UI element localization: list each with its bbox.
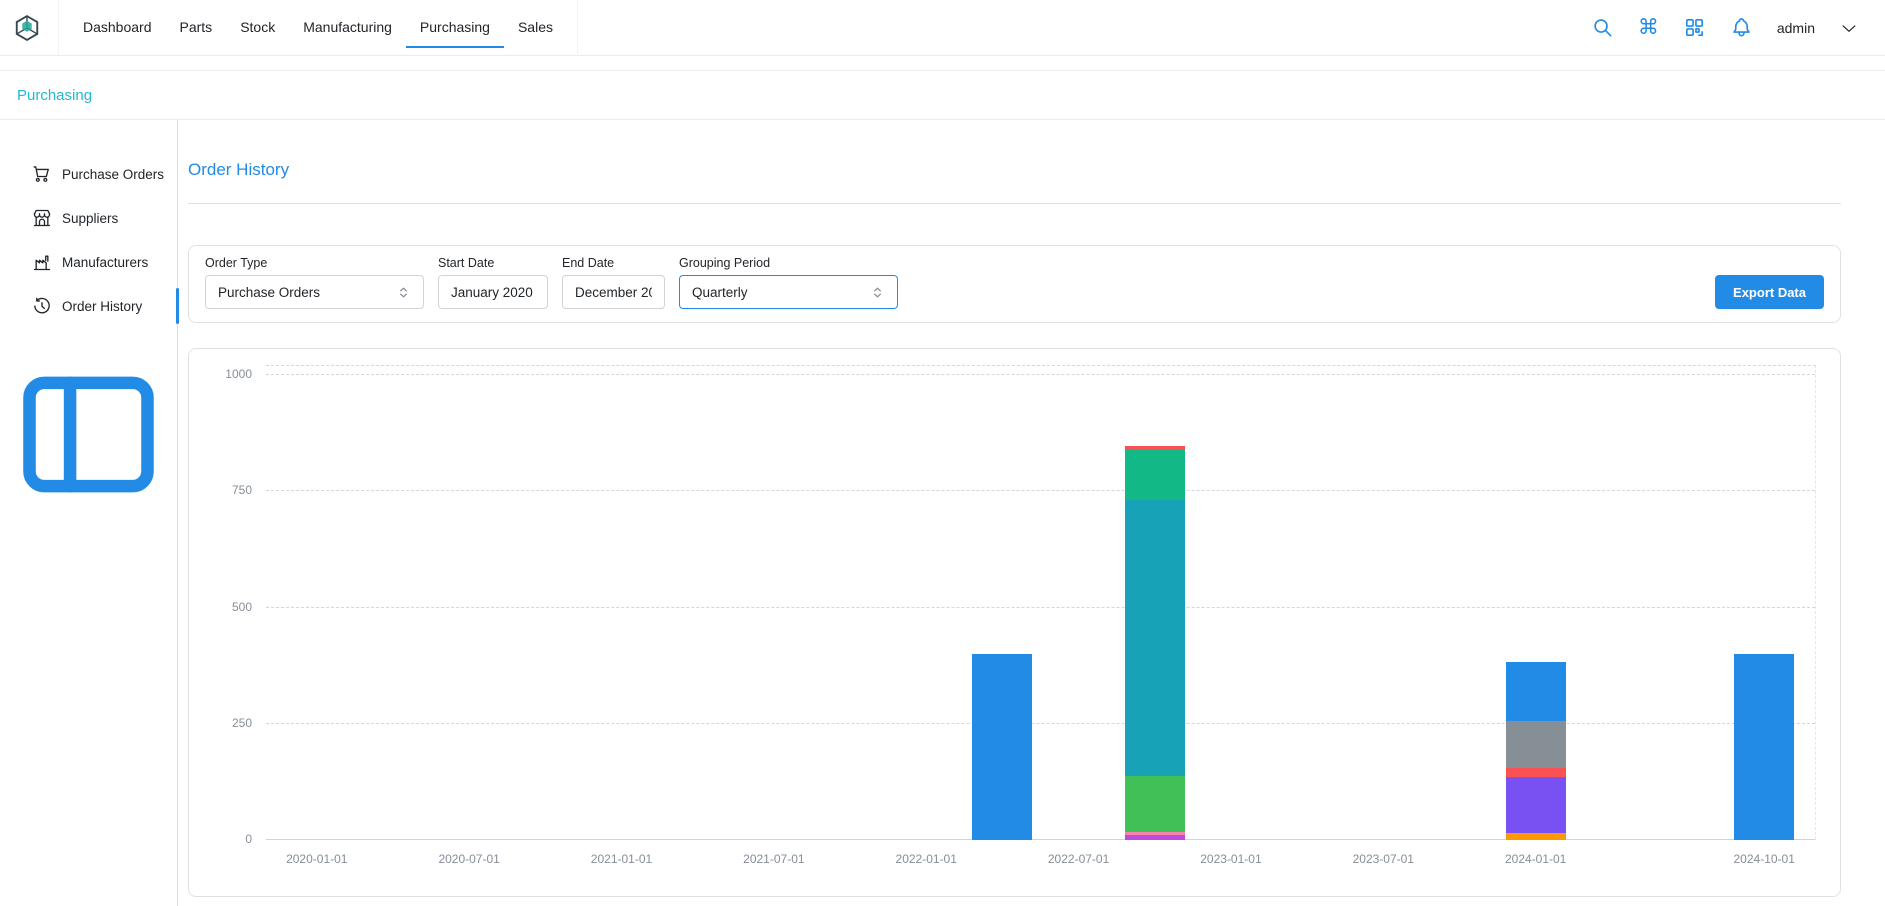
end-date-field: End Date bbox=[562, 256, 665, 309]
app-logo-icon[interactable] bbox=[12, 13, 42, 43]
gridline: 250 bbox=[266, 723, 1815, 724]
sidebar-item-manufacturers[interactable]: Manufacturers bbox=[0, 240, 177, 284]
grouping-period-value: Quarterly bbox=[692, 285, 748, 300]
x-tick-label: 2020-01-01 bbox=[286, 852, 347, 866]
plot-area: 025050075010002020-01-012020-07-012021-0… bbox=[266, 365, 1816, 840]
x-tick-label: 2021-01-01 bbox=[591, 852, 652, 866]
bell-icon[interactable] bbox=[1730, 16, 1753, 39]
grouping-period-select[interactable]: Quarterly bbox=[679, 275, 898, 309]
order-type-label: Order Type bbox=[205, 256, 424, 270]
history-icon bbox=[32, 296, 52, 316]
export-data-button[interactable]: Export Data bbox=[1715, 275, 1824, 309]
x-tick-label: 2023-01-01 bbox=[1200, 852, 1261, 866]
search-icon[interactable] bbox=[1591, 16, 1614, 39]
bar-segment bbox=[1125, 500, 1185, 777]
bar-segment bbox=[1734, 654, 1794, 840]
tab-purchasing[interactable]: Purchasing bbox=[406, 8, 504, 48]
username-label: admin bbox=[1777, 20, 1815, 36]
grouping-period-field: Grouping Period Quarterly bbox=[679, 256, 898, 309]
end-date-input[interactable] bbox=[562, 275, 665, 309]
chevron-down-icon[interactable] bbox=[1839, 18, 1859, 38]
tab-dashboard[interactable]: Dashboard bbox=[69, 8, 166, 48]
tab-label: Sales bbox=[518, 19, 553, 35]
main-panel: Order History Order Type Purchase Orders… bbox=[178, 120, 1885, 906]
tab-label: Purchasing bbox=[420, 19, 490, 35]
selector-chevrons-icon bbox=[396, 285, 411, 300]
x-tick-label: 2022-01-01 bbox=[896, 852, 957, 866]
sidebar-item-label: Manufacturers bbox=[62, 255, 148, 270]
selector-chevrons-icon bbox=[870, 285, 885, 300]
sidebar: Purchase Orders Suppliers Manufacturer bbox=[0, 120, 178, 906]
page-title: Order History bbox=[188, 158, 1841, 182]
stacked-bar-2022-10-01[interactable] bbox=[1125, 446, 1185, 840]
tab-label: Manufacturing bbox=[303, 19, 392, 35]
start-date-input[interactable] bbox=[438, 275, 548, 309]
sidebar-item-label: Order History bbox=[62, 299, 142, 314]
gridline: 1000 bbox=[266, 374, 1815, 375]
bar-segment bbox=[1125, 835, 1185, 840]
gridline: 500 bbox=[266, 607, 1815, 608]
gridline: 750 bbox=[266, 490, 1815, 491]
sidebar-item-order-history[interactable]: Order History bbox=[0, 284, 177, 328]
tab-sales[interactable]: Sales bbox=[504, 8, 567, 48]
filter-card: Order Type Purchase Orders Start Date En… bbox=[188, 245, 1841, 323]
y-tick-label: 500 bbox=[232, 600, 252, 614]
end-date-label: End Date bbox=[562, 256, 665, 270]
y-tick-label: 750 bbox=[232, 483, 252, 497]
sidebar-item-suppliers[interactable]: Suppliers bbox=[0, 196, 177, 240]
breadcrumb: Purchasing bbox=[0, 70, 1885, 120]
order-type-value: Purchase Orders bbox=[218, 285, 320, 300]
chart-card: 0 250 500 750 1000 2020-01-01 2020-07-01 2021-0… bbox=[188, 348, 1841, 897]
qrcode-icon[interactable] bbox=[1683, 16, 1706, 39]
y-tick-label: 1000 bbox=[225, 367, 252, 381]
sidebar-item-label: Purchase Orders bbox=[62, 167, 164, 182]
stacked-bar-2024-01-01[interactable] bbox=[1506, 662, 1566, 840]
order-type-field: Order Type Purchase Orders bbox=[205, 256, 424, 309]
heading-divider bbox=[188, 203, 1841, 204]
bar-segment bbox=[1125, 450, 1185, 500]
bar-segment bbox=[1506, 833, 1566, 840]
command-icon[interactable]: ⌘ bbox=[1638, 17, 1659, 38]
bar-segment bbox=[1506, 662, 1566, 721]
y-tick-label: 250 bbox=[232, 716, 252, 730]
bar-segment bbox=[1125, 776, 1185, 831]
bar-segment bbox=[1506, 777, 1566, 833]
building-store-icon bbox=[32, 208, 52, 228]
main-tabs: Dashboard Parts Stock Manufacturing Purc… bbox=[58, 0, 578, 56]
stacked-bar-2024-10-01[interactable] bbox=[1734, 654, 1794, 840]
tab-manufacturing[interactable]: Manufacturing bbox=[289, 8, 406, 48]
tab-parts[interactable]: Parts bbox=[166, 8, 227, 48]
x-tick-label: 2020-07-01 bbox=[438, 852, 499, 866]
sidebar-toggle-icon[interactable] bbox=[0, 346, 177, 523]
bar-segment bbox=[1506, 768, 1566, 776]
y-tick-label: 0 bbox=[245, 832, 252, 846]
shopping-cart-icon bbox=[32, 164, 52, 184]
start-date-field: Start Date bbox=[438, 256, 548, 309]
navbar-actions: ⌘ admin bbox=[1591, 16, 1859, 39]
stacked-bar-2022-04-01[interactable] bbox=[972, 654, 1032, 840]
x-tick-label: 2022-07-01 bbox=[1048, 852, 1109, 866]
breadcrumb-purchasing[interactable]: Purchasing bbox=[17, 87, 92, 104]
grouping-period-label: Grouping Period bbox=[679, 256, 898, 270]
bar-segment bbox=[972, 654, 1032, 840]
tab-label: Parts bbox=[180, 19, 213, 35]
order-type-select[interactable]: Purchase Orders bbox=[205, 275, 424, 309]
x-tick-label: 2024-10-01 bbox=[1734, 852, 1795, 866]
gridline: 0 bbox=[266, 839, 1815, 840]
start-date-label: Start Date bbox=[438, 256, 548, 270]
tab-label: Stock bbox=[240, 19, 275, 35]
tab-label: Dashboard bbox=[83, 19, 152, 35]
sidebar-item-purchase-orders[interactable]: Purchase Orders bbox=[0, 152, 177, 196]
x-tick-label: 2021-07-01 bbox=[743, 852, 804, 866]
building-factory-icon bbox=[32, 252, 52, 272]
top-navbar: Dashboard Parts Stock Manufacturing Purc… bbox=[0, 0, 1885, 56]
x-tick-label: 2024-01-01 bbox=[1505, 852, 1566, 866]
sidebar-item-label: Suppliers bbox=[62, 211, 118, 226]
bar-segment bbox=[1506, 721, 1566, 769]
x-tick-label: 2023-07-01 bbox=[1353, 852, 1414, 866]
tab-stock[interactable]: Stock bbox=[226, 8, 289, 48]
content-area: Purchase Orders Suppliers Manufacturer bbox=[0, 120, 1885, 906]
